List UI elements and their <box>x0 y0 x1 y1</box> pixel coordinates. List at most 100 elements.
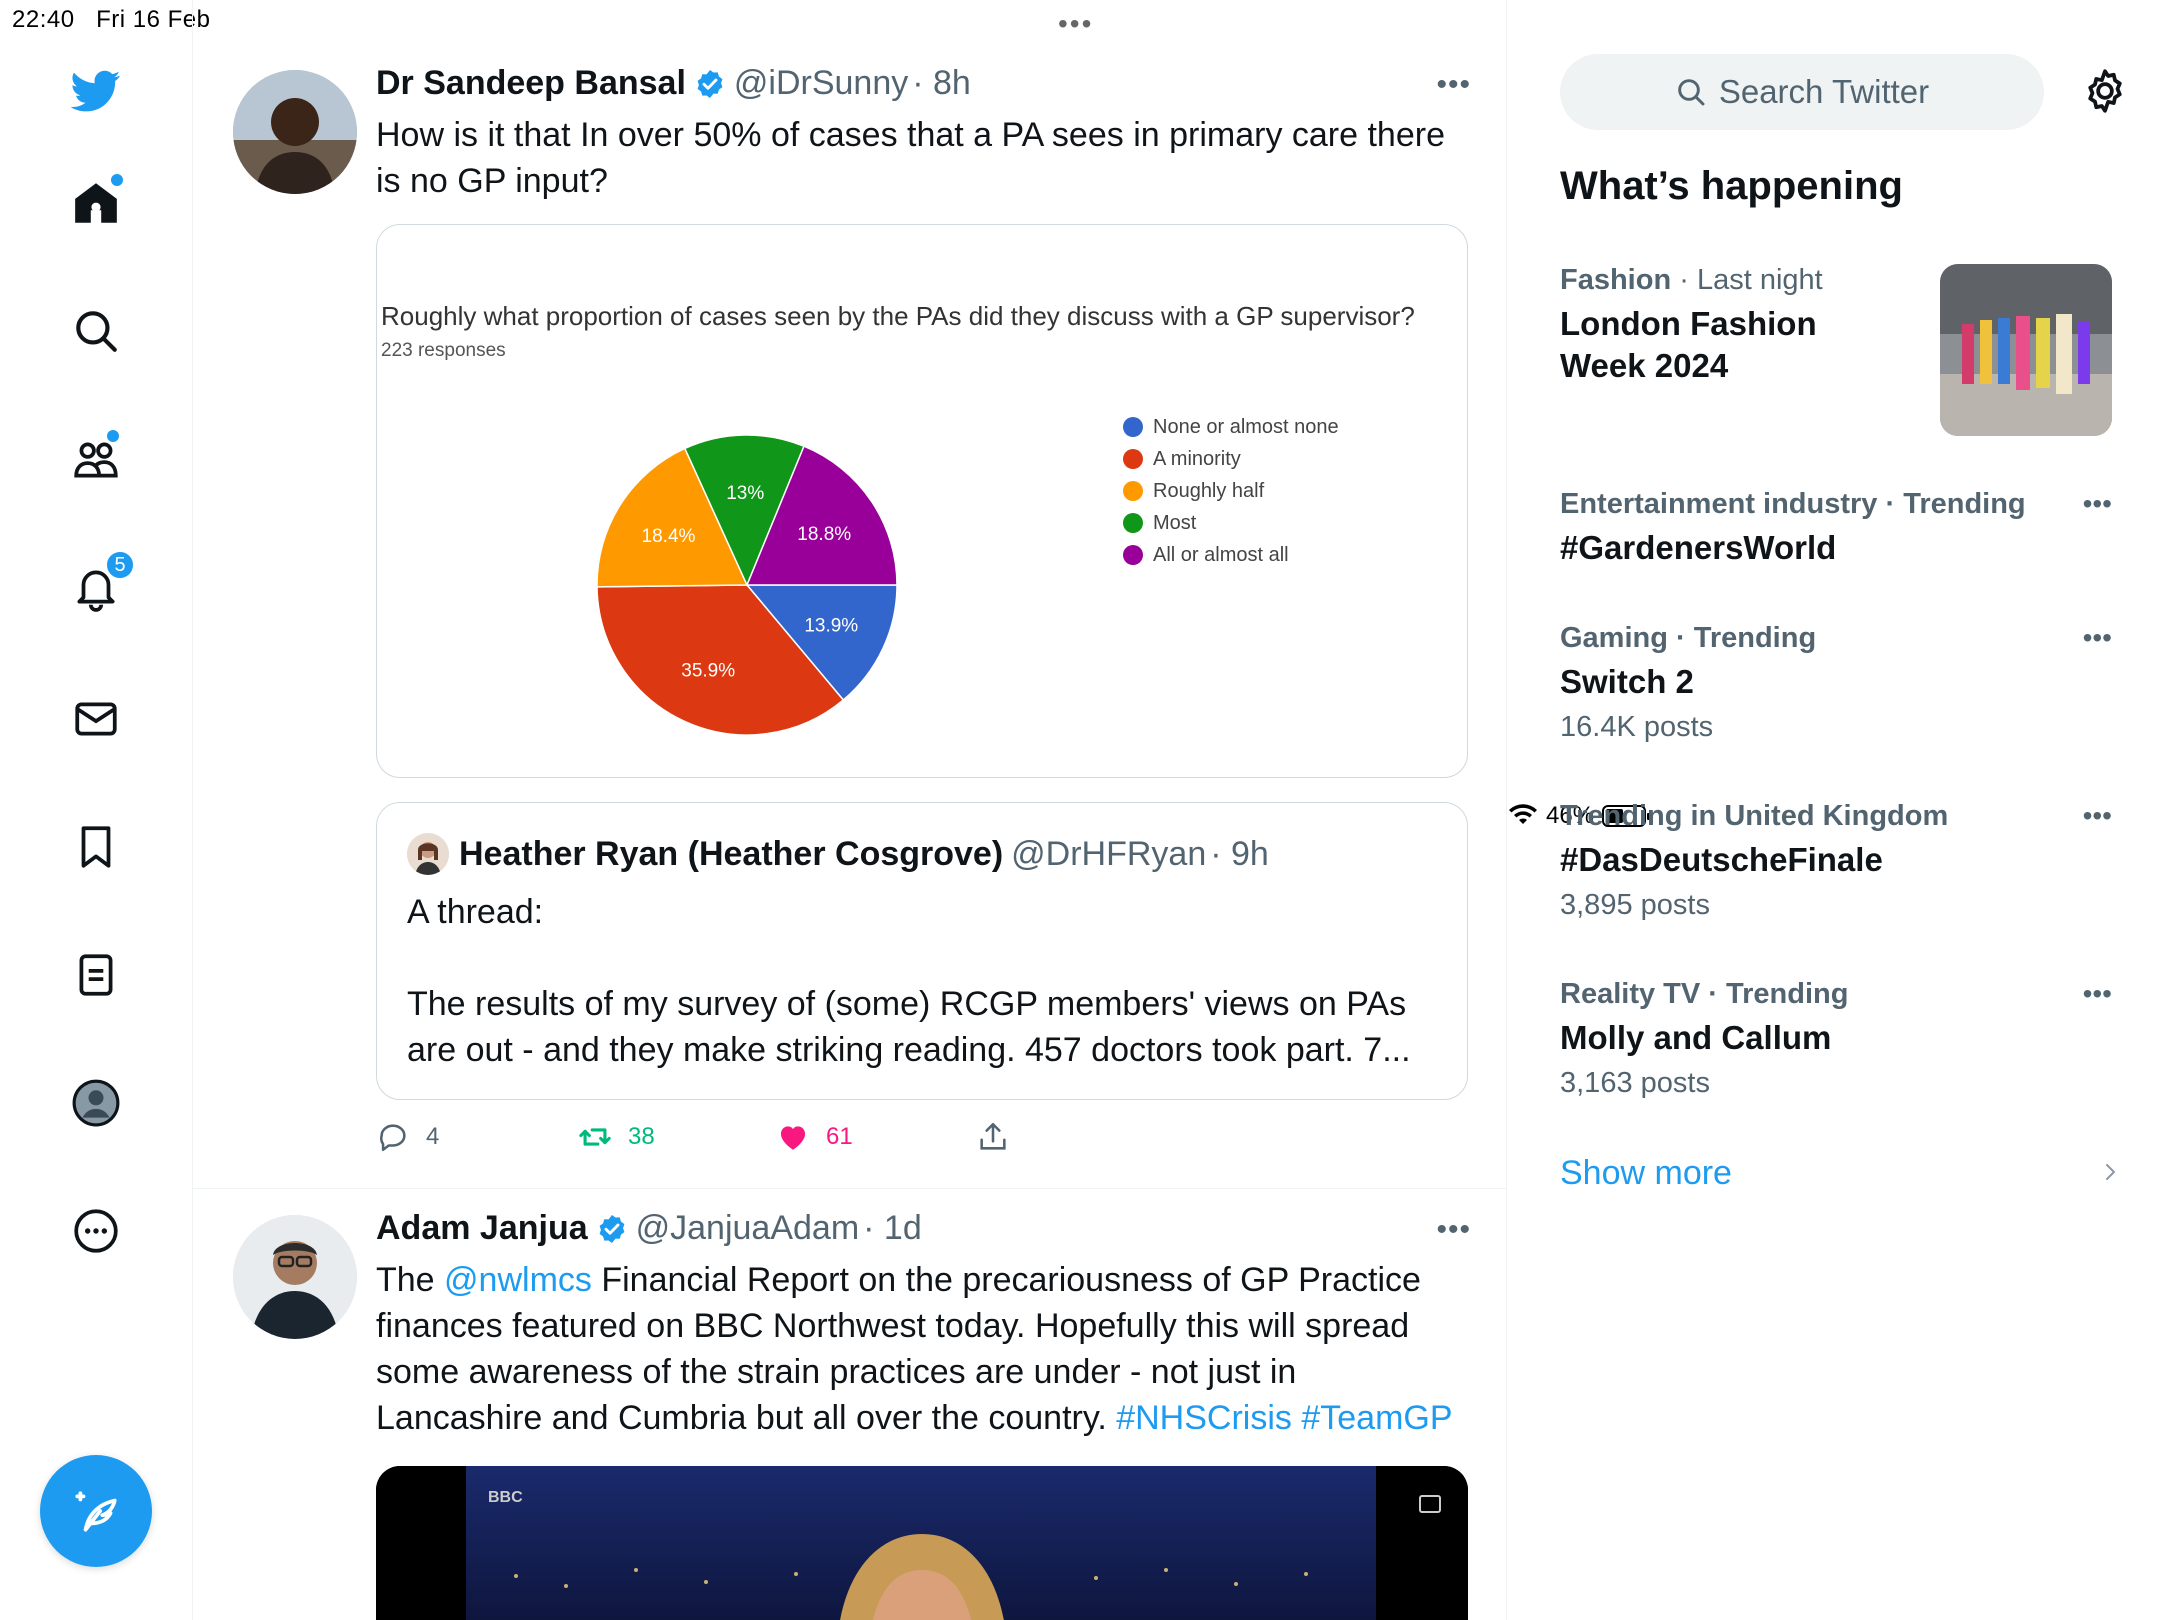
trend-more-icon[interactable]: ••• <box>2083 488 2112 520</box>
legend-item: A minority <box>1123 443 1339 475</box>
trend-title: Molly and Callum <box>1560 1019 1832 1056</box>
bookmarks-icon[interactable] <box>67 818 125 876</box>
notifications-bell-icon[interactable]: 5 <box>67 550 135 616</box>
reply-button[interactable]: 4 <box>376 1120 439 1154</box>
author-handle[interactable]: @JanjuaAdam <box>636 1209 860 1248</box>
hashtag-links[interactable]: #NHSCrisis #TeamGP <box>1116 1399 1452 1437</box>
tweet[interactable]: Adam Janjua @JanjuaAdam · 1d ••• The @nw… <box>193 1189 1506 1620</box>
share-icon <box>980 1122 1006 1150</box>
heart-filled-icon <box>780 1126 806 1150</box>
trend-title: Switch 2 <box>1560 663 1694 700</box>
tweet-text: The @nwlmcs Financial Report on the prec… <box>376 1257 1486 1441</box>
tweet-time[interactable]: · 1d <box>863 1209 922 1248</box>
tweet-text-segment: Financial Report on the precariousness o… <box>591 1261 1421 1299</box>
trend-title: #DasDeutscheFinale <box>1560 841 1883 878</box>
right-sidebar: Search Twitter What’s happening Fashion … <box>1508 0 2160 1620</box>
pie-data-label: 18.4% <box>642 526 696 547</box>
tweet-text-line: some awareness of the strain practices a… <box>376 1353 1297 1391</box>
tweet-text-segment: Lancashire and Cumbria but all over the … <box>376 1399 1117 1437</box>
notifications-badge: 5 <box>105 550 135 580</box>
tweet-more-icon[interactable]: ••• <box>1436 68 1471 102</box>
trend-item[interactable]: Reality TV · Trending Molly and Callum 3… <box>1560 978 2120 1100</box>
legend-label: Roughly half <box>1153 479 1265 502</box>
avatar[interactable] <box>233 1215 357 1339</box>
quoted-time: · 9h <box>1210 834 1269 873</box>
trend-more-icon[interactable]: ••• <box>2083 800 2112 832</box>
communities-unread-dot <box>107 430 119 442</box>
trend-item[interactable]: Entertainment industry · Trending #Garde… <box>1560 488 2120 569</box>
legend-label: Most <box>1153 511 1197 534</box>
home-icon[interactable] <box>67 174 125 232</box>
legend-swatch <box>1123 417 1143 437</box>
legend-swatch <box>1123 545 1143 565</box>
tweet[interactable]: Dr Sandeep Bansal @iDrSunny · 8h ••• How… <box>193 0 1506 1188</box>
chevron-right-icon[interactable] <box>2098 1160 2122 1184</box>
trend-meta: Entertainment industry · Trending <box>1560 488 2120 521</box>
tweet-text: How is it that In over 50% of cases that… <box>376 112 1445 204</box>
quoted-text-line: The results of my survey of (some) RCGP … <box>407 985 1407 1023</box>
like-button[interactable]: 61 <box>776 1120 853 1154</box>
explore-search-icon[interactable] <box>67 302 125 360</box>
search-input[interactable]: Search Twitter <box>1560 54 2044 130</box>
legend-item: Most <box>1123 507 1339 539</box>
more-options-icon[interactable] <box>67 1202 125 1260</box>
communities-icon[interactable] <box>67 430 125 488</box>
chart-title: Roughly what proportion of cases seen by… <box>381 301 1415 331</box>
author-handle[interactable]: @iDrSunny <box>734 64 908 103</box>
twitter-logo-icon[interactable] <box>67 62 125 120</box>
legend-item: Roughly half <box>1123 475 1339 507</box>
retweet-count: 38 <box>628 1123 655 1150</box>
show-more-link[interactable]: Show more <box>1560 1154 1732 1193</box>
like-count: 61 <box>826 1123 853 1150</box>
trend-more-icon[interactable]: ••• <box>2083 622 2112 654</box>
trend-context: · Last night <box>1671 264 1823 296</box>
verified-badge-icon <box>599 1214 625 1243</box>
verified-badge-icon <box>697 69 723 98</box>
chart-subtitle: 223 responses <box>381 340 506 361</box>
quoted-text: A thread: The results of my survey of (s… <box>407 889 1447 1073</box>
legend-swatch <box>1123 481 1143 501</box>
tweet-time[interactable]: · 8h <box>912 64 971 103</box>
tweet-more-icon[interactable]: ••• <box>1436 1213 1471 1247</box>
quoted-avatar <box>407 833 449 875</box>
trend-post-count: 3,163 posts <box>1560 1067 1710 1099</box>
trend-post-count: 16.4K posts <box>1560 711 1714 743</box>
avatar[interactable] <box>233 70 357 194</box>
tweet-text-line: finances featured on BBC Northwest today… <box>376 1307 1410 1345</box>
lists-icon[interactable] <box>67 946 125 1004</box>
tweet-image-card[interactable]: Roughly what proportion of cases seen by… <box>376 224 1468 778</box>
quoted-tweet-header: Heather Ryan (Heather Cosgrove) @DrHFRya… <box>407 833 1269 875</box>
legend-swatch <box>1123 513 1143 533</box>
trend-category: Reality TV · Trending <box>1560 978 1849 1010</box>
author-name[interactable]: Dr Sandeep Bansal <box>376 64 686 103</box>
quoted-author-handle: @DrHFRyan <box>1011 834 1207 873</box>
chart-legend: None or almost none A minority Roughly hal… <box>1123 411 1339 571</box>
pie-data-label: 13% <box>726 483 764 504</box>
trend-meta: Gaming · Trending <box>1560 622 2120 655</box>
quoted-text-line: A thread: <box>407 893 544 931</box>
profile-avatar-icon[interactable] <box>67 1074 125 1132</box>
settings-gear-icon[interactable] <box>2080 66 2130 116</box>
quoted-tweet[interactable]: Heather Ryan (Heather Cosgrove) @DrHFRya… <box>376 802 1468 1100</box>
share-button[interactable] <box>976 1120 1026 1154</box>
trend-thumbnail-image[interactable] <box>1940 264 2112 436</box>
tweet-text-line: is no GP input? <box>376 162 608 200</box>
trend-category: Trending in United Kingdom <box>1560 800 1949 832</box>
compose-tweet-button[interactable] <box>40 1455 152 1567</box>
legend-label: A minority <box>1153 447 1241 470</box>
tweet-video-media[interactable]: BBC <box>376 1466 1468 1620</box>
tweet-text-line: The @nwlmcs Financial Report on the prec… <box>376 1257 1486 1303</box>
retweet-button[interactable]: 38 <box>578 1120 655 1154</box>
trend-item[interactable]: Trending in United Kingdom #DasDeutscheF… <box>1560 800 2120 922</box>
quoted-author-name: Heather Ryan (Heather Cosgrove) <box>459 834 1004 873</box>
trend-more-icon[interactable]: ••• <box>2083 978 2112 1010</box>
reply-count: 4 <box>426 1123 440 1150</box>
messages-envelope-icon[interactable] <box>67 690 125 748</box>
home-unread-dot <box>111 174 123 186</box>
author-name[interactable]: Adam Janjua <box>376 1209 588 1248</box>
trend-title: #GardenersWorld <box>1560 529 1837 566</box>
mention-link[interactable]: @nwlmcs <box>444 1261 592 1299</box>
trend-item[interactable]: Gaming · Trending Switch 2 16.4K posts •… <box>1560 622 2120 744</box>
pie-data-label: 13.9% <box>804 615 858 636</box>
tweet-text-line: How is it that In over 50% of cases that… <box>376 116 1445 154</box>
